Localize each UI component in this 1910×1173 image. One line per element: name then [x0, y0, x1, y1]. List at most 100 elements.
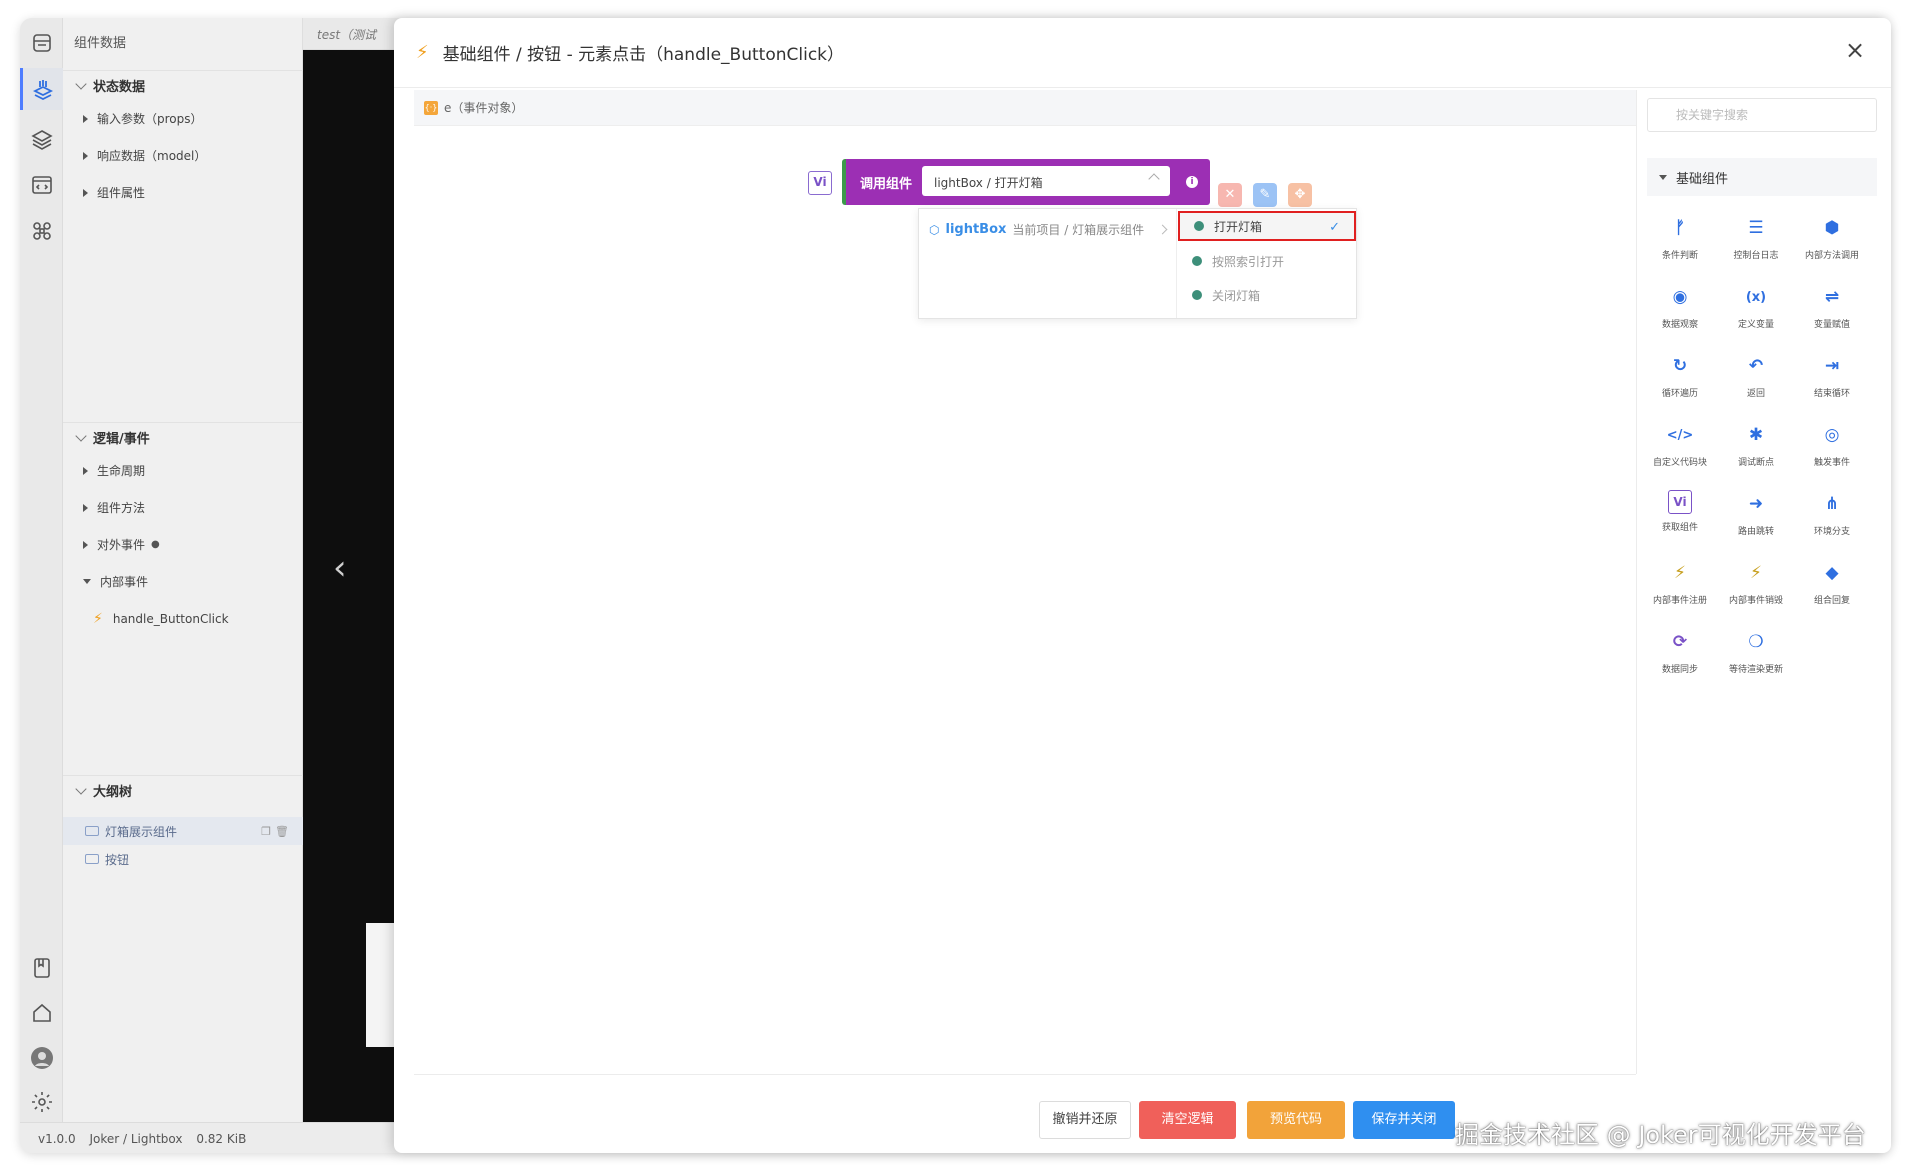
palette-item-label: 组合回复 [1813, 596, 1850, 606]
palette-search-input[interactable] [1647, 98, 1877, 132]
get-component-icon: Vi [1668, 490, 1692, 514]
copy-delete-icons[interactable]: ❐🗑 [261, 825, 293, 838]
lightning-icon: ⚡ [416, 42, 429, 63]
tree-item-internal-events[interactable]: 内部事件 [63, 563, 303, 600]
tree-item-lifecycle[interactable]: 生命周期 [63, 452, 303, 489]
caret-right-icon [83, 503, 88, 512]
palette-item[interactable]: ⟳ 数据同步 [1642, 622, 1718, 691]
block-palette: 基础组件 ᚠ 条件判断 ☰ 控制台日志 ⬢ 内部方法调用 ◉ 数据观察 (x) 定义变量 ⇌ 变量赋值… [1636, 90, 1891, 1074]
palette-item[interactable]: ⚡ 内部事件注册 [1642, 553, 1718, 622]
trigger-icon: ◎ [1824, 425, 1840, 445]
state-data-header[interactable]: 状态数据 [63, 70, 303, 100]
get-component-icon: Vi [808, 171, 832, 195]
palette-item[interactable]: ☰ 控制台日志 [1718, 208, 1794, 277]
palette-item-label: 获取组件 [1661, 523, 1698, 533]
info-icon[interactable]: i [1186, 176, 1198, 188]
code-icon: </> [1666, 427, 1694, 443]
tree-item-attrs[interactable]: 组件属性 [63, 174, 303, 211]
chevron-left-icon[interactable]: ‹ [333, 548, 347, 588]
palette-item[interactable]: ◉ 数据观察 [1642, 277, 1718, 346]
docs-icon[interactable] [27, 953, 56, 982]
tree-item-external-events[interactable]: 对外事件 ● [63, 526, 303, 563]
method-option-open-by-index[interactable]: 按照索引打开 [1178, 246, 1356, 276]
component-data-icon[interactable] [20, 68, 63, 110]
palette-item[interactable]: ❍ 等待渲染更新 [1718, 622, 1794, 691]
palette-item[interactable]: ᚠ 条件判断 [1642, 208, 1718, 277]
method-select[interactable]: lightBox / 打开灯箱 [922, 166, 1170, 196]
palette-item[interactable]: ➜ 路由跳转 [1718, 484, 1794, 553]
palette-item[interactable]: </> 自定义代码块 [1642, 415, 1718, 484]
block-label: 调用组件 [860, 177, 913, 192]
palette-item[interactable]: ◆ 组合回复 [1794, 553, 1870, 622]
caret-right-icon [83, 540, 88, 549]
tree-item-model[interactable]: 响应数据（model） [63, 137, 303, 174]
check-icon: ✓ [1329, 220, 1340, 235]
palette-item[interactable]: ⋔ 环境分支 [1794, 484, 1870, 553]
code-panel-icon[interactable] [27, 170, 56, 199]
palette-item[interactable]: ↶ 返回 [1718, 346, 1794, 415]
method-option-close[interactable]: 关闭灯箱 [1178, 280, 1356, 310]
component-library-icon[interactable] [27, 28, 56, 57]
palette-item-label: 自定义代码块 [1652, 458, 1707, 468]
assign-icon: ⇌ [1824, 287, 1840, 307]
bug-icon: ✱ [1748, 425, 1764, 445]
wait-render-icon: ❍ [1748, 632, 1764, 652]
outline-tree-section: 大纲树 灯箱展示组件 ❐🗑 按钮 [63, 775, 303, 873]
palette-item-label: 控制台日志 [1733, 251, 1779, 261]
preview-code-button[interactable]: 预览代码 [1247, 1101, 1345, 1139]
method-option-open[interactable]: 打开灯箱 ✓ [1178, 211, 1356, 241]
chevron-down-icon [75, 782, 87, 795]
close-button[interactable]: × [1841, 36, 1869, 64]
call-component-block[interactable]: 调用组件 lightBox / 打开灯箱 i [842, 159, 1210, 205]
variable-icon: (x) [1745, 289, 1767, 305]
palette-item-label: 内部事件注册 [1652, 596, 1707, 606]
tree-item-props[interactable]: 输入参数（props） [63, 100, 303, 137]
palette-item-label: 触发事件 [1813, 458, 1850, 468]
palette-item[interactable]: Vi 获取组件 [1642, 484, 1718, 553]
palette-item[interactable]: (x) 定义变量 [1718, 277, 1794, 346]
palette-item[interactable]: ◎ 触发事件 [1794, 415, 1870, 484]
logic-editor-modal: ⚡ 基础组件 / 按钮 - 元素点击（handle_ButtonClick） × … [394, 18, 1891, 1153]
loop-icon: ↻ [1672, 356, 1688, 376]
palette-item-label: 返回 [1746, 389, 1765, 399]
outline-tree-header[interactable]: 大纲树 [63, 775, 303, 805]
palette-item[interactable]: ⇥ 结束循环 [1794, 346, 1870, 415]
tree-item-methods[interactable]: 组件方法 [63, 489, 303, 526]
avatar[interactable] [27, 1043, 56, 1072]
break-icon: ⇥ [1824, 356, 1840, 376]
preview-tab[interactable]: test（测试 [303, 18, 403, 50]
palette-item-label: 内部方法调用 [1804, 251, 1859, 261]
file-size: 0.82 KiB [196, 1132, 247, 1146]
palette-item[interactable]: ⚡ 内部事件销毁 [1718, 553, 1794, 622]
outline-node-lightbox[interactable]: 灯箱展示组件 ❐🗑 [63, 817, 303, 845]
palette-item-label: 定义变量 [1737, 320, 1774, 330]
handler-item[interactable]: ⚡ handle_ButtonClick [63, 600, 303, 637]
panel-title: 组件数据 [74, 36, 127, 51]
palette-item-label: 数据同步 [1661, 665, 1698, 675]
outline-node-button[interactable]: 按钮 [63, 845, 303, 873]
delete-block-icon[interactable]: ✕ [1218, 183, 1242, 207]
layers-icon[interactable] [27, 124, 56, 153]
caret-right-icon [83, 466, 88, 475]
save-close-button[interactable]: 保存并关闭 [1353, 1101, 1455, 1139]
undo-restore-button[interactable]: 撤销并还原 [1039, 1101, 1131, 1139]
home-icon[interactable] [27, 998, 56, 1027]
palette-item-label: 变量赋值 [1813, 320, 1850, 330]
palette-group-header[interactable]: 基础组件 [1647, 158, 1877, 196]
method-icon [1192, 290, 1202, 300]
palette-item[interactable]: ↻ 循环遍历 [1642, 346, 1718, 415]
component-option-lightbox[interactable]: ⬡ lightBox 当前项目 / 灯箱展示组件 [929, 221, 1144, 238]
chevron-down-icon [75, 429, 87, 442]
palette-item[interactable]: ⬢ 内部方法调用 [1794, 208, 1870, 277]
clear-logic-button[interactable]: 清空逻辑 [1139, 1101, 1236, 1139]
settings-gear-icon[interactable] [27, 1087, 56, 1116]
caret-down-icon [83, 579, 91, 584]
palette-item[interactable]: ✱ 调试断点 [1718, 415, 1794, 484]
event-destroy-icon: ⚡ [1750, 563, 1762, 583]
edit-block-icon[interactable]: ✎ [1253, 183, 1277, 207]
move-block-icon[interactable]: ✥ [1288, 183, 1312, 207]
command-icon[interactable] [27, 216, 56, 245]
palette-item[interactable]: ⇌ 变量赋值 [1794, 277, 1870, 346]
logic-events-header[interactable]: 逻辑/事件 [63, 422, 303, 452]
env-branch-icon: ⋔ [1824, 494, 1840, 514]
